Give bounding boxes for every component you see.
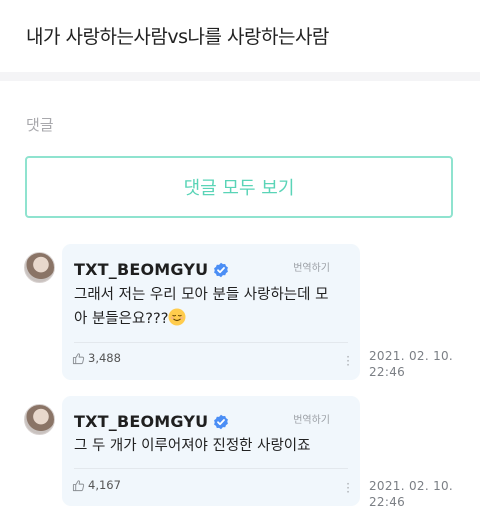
section-divider — [0, 72, 480, 81]
comment-text-line-2: 아 분들은요??? — [74, 307, 354, 331]
avatar[interactable] — [24, 404, 55, 435]
translate-button[interactable]: 번역하기 — [293, 411, 330, 426]
comment-text: 그래서 저는 우리 모아 분들 사랑하는데 모 아 분들은요??? — [74, 283, 354, 331]
like-button[interactable]: 3,488 — [72, 351, 121, 365]
comment-header: TXT_BEOMGYU — [74, 260, 229, 279]
comment-text: 그 두 개가 이루어져야 진정한 사랑이죠 — [74, 438, 311, 454]
comment-timestamp: 2021. 02. 10. 22:46 — [369, 478, 453, 510]
comment-bubble: TXT_BEOMGYU 번역하기 그 두 개가 이루어져야 진정한 사랑이죠 4… — [62, 396, 360, 506]
comment-divider — [74, 342, 348, 343]
thumbs-up-icon — [72, 352, 85, 364]
view-all-comments-button[interactable]: 댓글 모두 보기 — [25, 156, 453, 218]
comment-timestamp: 2021. 02. 10. 22:46 — [369, 348, 453, 380]
post-title: 내가 사랑하는사람vs나를 사랑하는사람 — [26, 26, 329, 48]
comment-date: 2021. 02. 10. — [369, 479, 454, 493]
comment-text-line-part: 아 분들은요??? — [74, 311, 169, 327]
translate-button[interactable]: 번역하기 — [293, 259, 330, 274]
avatar[interactable] — [24, 252, 55, 283]
comments-section-label: 댓글 — [26, 116, 54, 134]
comment-header: TXT_BEOMGYU — [74, 412, 229, 431]
more-options-icon[interactable]: · · · — [346, 478, 350, 498]
relieved-face-emoji-icon — [168, 308, 186, 326]
like-count: 3,488 — [88, 351, 121, 365]
comment-time: 22:46 — [369, 495, 406, 509]
like-button[interactable]: 4,167 — [72, 478, 121, 492]
verified-badge-icon — [214, 262, 229, 277]
comment-time: 22:46 — [369, 365, 406, 379]
comment-text-line: 그래서 저는 우리 모아 분들 사랑하는데 모 — [74, 287, 329, 303]
like-count: 4,167 — [88, 478, 121, 492]
verified-badge-icon — [214, 414, 229, 429]
thumbs-up-icon — [72, 479, 85, 491]
comment-divider — [74, 468, 348, 469]
comment-date: 2021. 02. 10. — [369, 349, 454, 363]
comment-bubble: TXT_BEOMGYU 번역하기 그래서 저는 우리 모아 분들 사랑하는데 모… — [62, 244, 360, 380]
comment-author[interactable]: TXT_BEOMGYU — [74, 260, 208, 279]
comment-author[interactable]: TXT_BEOMGYU — [74, 412, 208, 431]
more-options-icon[interactable]: · · · — [346, 351, 350, 371]
